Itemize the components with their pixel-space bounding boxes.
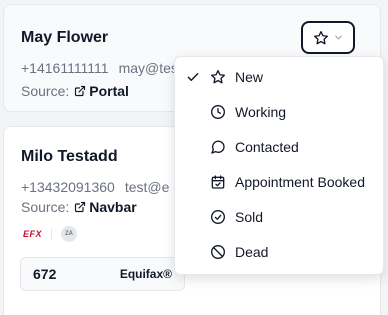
menu-item-working[interactable]: Working bbox=[175, 94, 383, 129]
avatar: ZA bbox=[61, 226, 78, 242]
lead-contact-line: +13432091360 test@e bbox=[21, 179, 169, 195]
equifax-logo: EFX bbox=[23, 229, 43, 239]
check-circle-icon bbox=[211, 209, 225, 224]
menu-item-label: Dead bbox=[235, 243, 269, 260]
external-link-icon bbox=[75, 85, 86, 97]
check-icon bbox=[187, 72, 199, 81]
menu-item-appointment-booked[interactable]: Appointment Booked bbox=[175, 164, 383, 199]
source-value[interactable]: Portal bbox=[89, 83, 129, 99]
status-dropdown-menu: New Working Contacted Appointment Booked… bbox=[174, 56, 384, 275]
lead-badges: EFX ZA bbox=[23, 226, 78, 242]
lead-source: Source: Navbar bbox=[21, 199, 137, 215]
lead-name: May Flower bbox=[21, 29, 109, 46]
credit-bureau-label: Equifax® bbox=[119, 267, 172, 281]
star-icon bbox=[211, 69, 225, 83]
lead-phone: +14161111111 bbox=[21, 60, 109, 76]
badge-divider bbox=[51, 228, 53, 240]
menu-item-sold[interactable]: Sold bbox=[175, 199, 383, 234]
menu-item-new[interactable]: New bbox=[175, 59, 383, 94]
menu-item-label: Working bbox=[235, 103, 287, 120]
lead-email: may@tes bbox=[118, 60, 178, 76]
lead-contact-line: +14161111111 may@tes bbox=[21, 60, 178, 76]
menu-item-label: Appointment Booked bbox=[235, 173, 365, 190]
menu-item-label: Contacted bbox=[235, 138, 299, 155]
source-label: Source: bbox=[21, 199, 70, 215]
calendar-check-icon bbox=[211, 174, 225, 189]
menu-item-label: Sold bbox=[235, 208, 264, 225]
status-dropdown-button[interactable] bbox=[301, 21, 355, 54]
star-icon bbox=[313, 30, 328, 44]
ban-icon bbox=[211, 244, 225, 259]
credit-score-value: 672 bbox=[33, 266, 57, 282]
chevron-down-icon bbox=[334, 35, 342, 40]
credit-score-box: 672 Equifax® bbox=[20, 257, 185, 291]
clock-icon bbox=[211, 104, 225, 119]
menu-item-label: New bbox=[235, 68, 264, 85]
menu-item-contacted[interactable]: Contacted bbox=[175, 129, 383, 164]
source-label: Source: bbox=[21, 83, 70, 99]
lead-email: test@e bbox=[124, 179, 170, 195]
source-value[interactable]: Navbar bbox=[89, 199, 136, 215]
menu-item-dead[interactable]: Dead bbox=[175, 234, 383, 269]
lead-phone: +13432091360 bbox=[21, 179, 115, 195]
lead-source: Source: Portal bbox=[21, 83, 129, 99]
external-link-icon bbox=[75, 201, 86, 213]
lead-name: Milo Testadd bbox=[21, 148, 118, 165]
message-circle-icon bbox=[211, 140, 225, 154]
